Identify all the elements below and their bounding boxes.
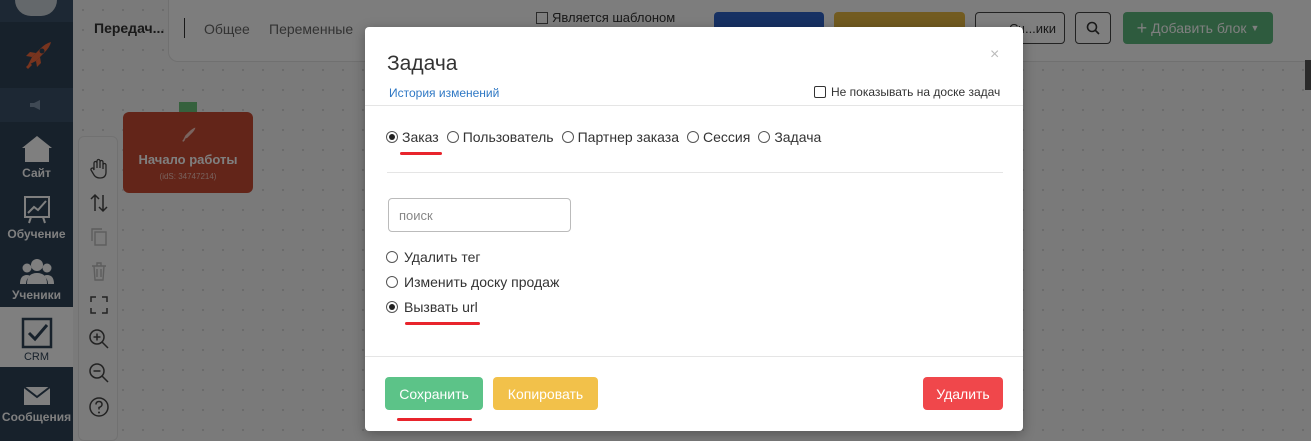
hide-on-board-checkbox[interactable]: Не показывать на доске задач xyxy=(814,85,1000,99)
radio-icon xyxy=(758,131,771,143)
option-delete-tag[interactable]: Удалить тег xyxy=(386,249,481,265)
annotation-underline xyxy=(400,152,442,155)
divider xyxy=(365,356,1023,357)
radio-label: Заказ xyxy=(402,129,439,145)
radio-icon xyxy=(446,131,459,143)
close-icon[interactable]: × xyxy=(990,46,999,64)
annotation-underline xyxy=(405,322,480,325)
radio-icon xyxy=(386,276,398,288)
task-modal: Задача × История изменений Не показывать… xyxy=(365,27,1023,431)
hide-on-board-label: Не показывать на доске задач xyxy=(831,85,1001,99)
modal-title: Задача xyxy=(387,52,458,75)
radio-order[interactable]: Заказ xyxy=(386,129,439,145)
radio-order-partner[interactable]: Партнер заказа xyxy=(561,129,679,145)
option-label: Удалить тег xyxy=(404,249,481,265)
radio-session[interactable]: Сессия xyxy=(687,129,750,145)
option-call-url[interactable]: Вызвать url xyxy=(386,299,478,315)
radio-label: Партнер заказа xyxy=(577,129,679,145)
entity-radio-group: Заказ Пользователь Партнер заказа Сессия… xyxy=(386,129,821,145)
history-link[interactable]: История изменений xyxy=(389,86,499,100)
divider xyxy=(387,172,1003,173)
copy-button[interactable]: Копировать xyxy=(493,377,598,410)
radio-icon xyxy=(561,131,574,143)
search-input[interactable] xyxy=(388,198,571,232)
radio-label: Задача xyxy=(774,129,822,145)
radio-user[interactable]: Пользователь xyxy=(446,129,554,145)
radio-icon xyxy=(386,301,398,313)
radio-icon xyxy=(687,131,699,143)
checkbox-icon xyxy=(814,86,826,98)
radio-icon xyxy=(386,251,398,263)
radio-label: Сессия xyxy=(703,129,751,145)
option-change-sales-board[interactable]: Изменить доску продаж xyxy=(386,274,559,290)
radio-icon xyxy=(386,131,398,143)
radio-label: Пользователь xyxy=(462,129,554,145)
radio-task[interactable]: Задача xyxy=(758,129,821,145)
annotation-underline xyxy=(397,418,472,421)
option-label: Изменить доску продаж xyxy=(404,274,560,290)
divider xyxy=(365,105,1023,106)
option-label: Вызвать url xyxy=(404,299,478,315)
save-button[interactable]: Сохранить xyxy=(385,377,483,410)
delete-button[interactable]: Удалить xyxy=(923,377,1003,410)
